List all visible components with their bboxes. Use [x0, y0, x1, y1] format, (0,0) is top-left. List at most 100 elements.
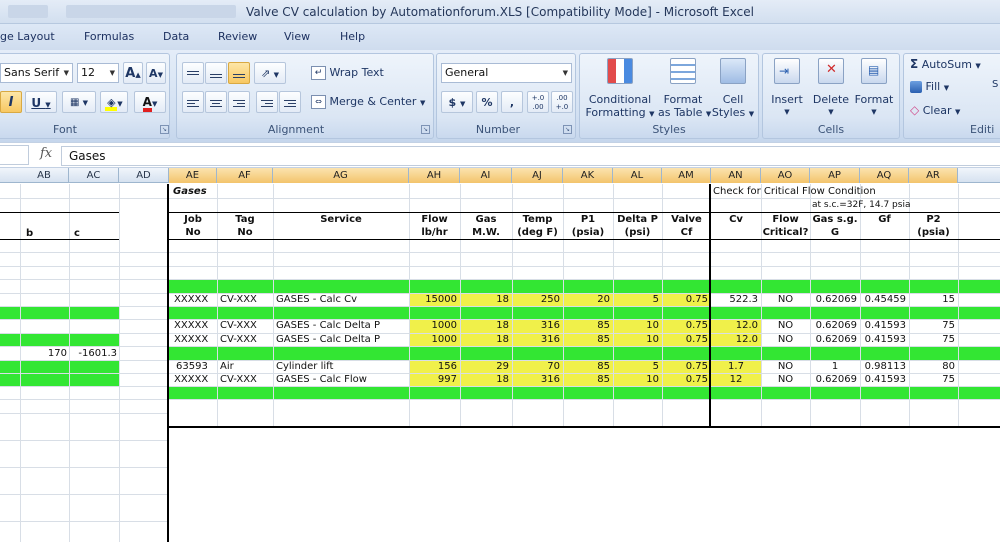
- font-name-combo[interactable]: Sans Serif ▼: [0, 63, 73, 83]
- clear-button[interactable]: ◇ Clear ▼: [910, 99, 976, 121]
- underline-button[interactable]: U ▼: [25, 91, 57, 113]
- col-header-ak[interactable]: AK: [563, 168, 613, 183]
- font-dialog-launcher[interactable]: ↘: [160, 125, 169, 134]
- cell-cf[interactable]: 0.75: [662, 373, 708, 386]
- align-bottom-button[interactable]: [228, 62, 250, 84]
- cell-critical[interactable]: NO: [761, 293, 810, 306]
- col-header-ac[interactable]: AC: [69, 168, 119, 183]
- cell-gf[interactable]: 0.98113: [860, 360, 906, 373]
- cell-temp[interactable]: 316: [512, 319, 560, 332]
- col-header-ai[interactable]: AI: [460, 168, 512, 183]
- cell-delta-p[interactable]: 10: [613, 333, 659, 346]
- critical-flow-note[interactable]: Check for Critical Flow Condition: [713, 185, 876, 198]
- cell-p2[interactable]: 15: [909, 293, 955, 306]
- grow-font-button[interactable]: A▲: [123, 62, 143, 84]
- left-value[interactable]: -1601.3: [69, 347, 117, 360]
- cell-flow[interactable]: 1000: [409, 333, 457, 346]
- cell-service[interactable]: Cylinder lift: [276, 360, 333, 373]
- cell-critical[interactable]: NO: [761, 319, 810, 332]
- cell-cf[interactable]: 0.75: [662, 360, 708, 373]
- cell-mw[interactable]: 18: [460, 319, 509, 332]
- sort-filter-button[interactable]: S: [992, 74, 1000, 96]
- cell-sg[interactable]: 0.62069: [810, 373, 857, 386]
- comma-style-button[interactable]: ,: [501, 91, 523, 113]
- hdr-job[interactable]: Job No: [169, 213, 217, 239]
- cell-tag[interactable]: CV-XXX: [220, 373, 257, 386]
- decrease-decimal-button[interactable]: .00 +.0: [551, 91, 573, 113]
- cell-p1[interactable]: 20: [563, 293, 610, 306]
- cell-sg[interactable]: 0.62069: [810, 319, 857, 332]
- cell-cv[interactable]: 1.7: [711, 360, 761, 373]
- cell-p2[interactable]: 80: [909, 360, 955, 373]
- cell-sg[interactable]: 0.62069: [810, 333, 857, 346]
- hdr-p2[interactable]: P2 (psia): [909, 213, 958, 239]
- hdr-delta-p[interactable]: Delta P (psi): [613, 213, 662, 239]
- cell-p1[interactable]: 85: [563, 373, 610, 386]
- cell-job[interactable]: 63593: [176, 360, 208, 373]
- tab-help[interactable]: Help: [340, 24, 365, 50]
- hdr-gas-mw[interactable]: Gas M.W.: [460, 213, 512, 239]
- currency-button[interactable]: $ ▼: [441, 91, 473, 113]
- col-header-ah[interactable]: AH: [409, 168, 460, 183]
- delete-cells-button[interactable]: ✕ Delete ▼: [810, 56, 852, 122]
- shrink-font-button[interactable]: A▼: [146, 62, 166, 84]
- font-size-combo[interactable]: 12 ▼: [77, 63, 119, 83]
- col-header-ab[interactable]: AB: [20, 168, 69, 183]
- cell-service[interactable]: GASES - Calc Delta P: [276, 333, 380, 346]
- cell-gf[interactable]: 0.41593: [860, 319, 906, 332]
- cell-gf[interactable]: 0.41593: [860, 333, 906, 346]
- cell-delta-p[interactable]: 10: [613, 319, 659, 332]
- cell-cf[interactable]: 0.75: [662, 319, 708, 332]
- section-title[interactable]: Gases: [173, 185, 207, 198]
- percent-button[interactable]: %: [476, 91, 498, 113]
- name-box[interactable]: [0, 145, 29, 165]
- cell-delta-p[interactable]: 5: [613, 360, 659, 373]
- cell-cf[interactable]: 0.75: [662, 293, 708, 306]
- format-as-table-button[interactable]: Format as Table ▼: [658, 56, 711, 122]
- hdr-cv[interactable]: Cv: [711, 213, 761, 226]
- col-header-ar[interactable]: AR: [909, 168, 958, 183]
- tab-view[interactable]: View: [284, 24, 310, 50]
- cell-tag[interactable]: CV-XXX: [220, 333, 257, 346]
- cell-critical[interactable]: NO: [761, 373, 810, 386]
- cell-tag[interactable]: CV-XXX: [220, 293, 257, 306]
- cell-gf[interactable]: 0.45459: [860, 293, 906, 306]
- left-header-b[interactable]: b: [26, 227, 33, 240]
- cell-p1[interactable]: 85: [563, 333, 610, 346]
- table-row[interactable]: XXXXX CV-XXX GASES - Calc Flow 997 18 31…: [0, 373, 1000, 386]
- cell-flow[interactable]: 156: [409, 360, 457, 373]
- align-center-button[interactable]: [205, 91, 227, 113]
- cell-cv[interactable]: 12: [711, 373, 761, 386]
- hdr-flow-critical[interactable]: Flow Critical?: [761, 213, 810, 239]
- cell-job[interactable]: XXXXX: [174, 333, 208, 346]
- cell-mw[interactable]: 18: [460, 293, 509, 306]
- fill-color-button[interactable]: ◈ ▼: [100, 91, 128, 113]
- cell-sg[interactable]: 0.62069: [810, 293, 857, 306]
- insert-function-icon[interactable]: fx: [40, 146, 52, 161]
- cell-flow[interactable]: 1000: [409, 319, 457, 332]
- cell-mw[interactable]: 18: [460, 333, 509, 346]
- cell-temp[interactable]: 70: [512, 360, 560, 373]
- col-header-aq[interactable]: AQ: [860, 168, 909, 183]
- align-left-button[interactable]: [182, 91, 204, 113]
- cell-critical[interactable]: NO: [761, 360, 810, 373]
- col-header-al[interactable]: AL: [613, 168, 662, 183]
- col-header-an[interactable]: AN: [711, 168, 761, 183]
- cell-cv[interactable]: 12.0: [711, 333, 758, 346]
- hdr-valve-cf[interactable]: Valve Cf: [662, 213, 711, 239]
- insert-cells-button[interactable]: ⇥ Insert ▼: [766, 56, 808, 122]
- table-row[interactable]: XXXXX CV-XXX GASES - Calc Delta P 1000 1…: [0, 319, 1000, 332]
- hdr-service[interactable]: Service: [273, 213, 409, 226]
- cell-tag[interactable]: Air: [220, 360, 234, 373]
- col-header-ap[interactable]: AP: [810, 168, 860, 183]
- cell-p1[interactable]: 85: [563, 319, 610, 332]
- col-header-ao[interactable]: AO: [761, 168, 810, 183]
- col-header-ad[interactable]: AD: [119, 168, 169, 183]
- cell-p2[interactable]: 75: [909, 333, 955, 346]
- cell-p1[interactable]: 85: [563, 360, 610, 373]
- italic-button[interactable]: I: [0, 91, 22, 113]
- alignment-dialog-launcher[interactable]: ↘: [421, 125, 430, 134]
- cell-p2[interactable]: 75: [909, 319, 955, 332]
- table-row[interactable]: XXXXX CV-XXX GASES - Calc Delta P 1000 1…: [0, 333, 1000, 346]
- cell-service[interactable]: GASES - Calc Flow: [276, 373, 367, 386]
